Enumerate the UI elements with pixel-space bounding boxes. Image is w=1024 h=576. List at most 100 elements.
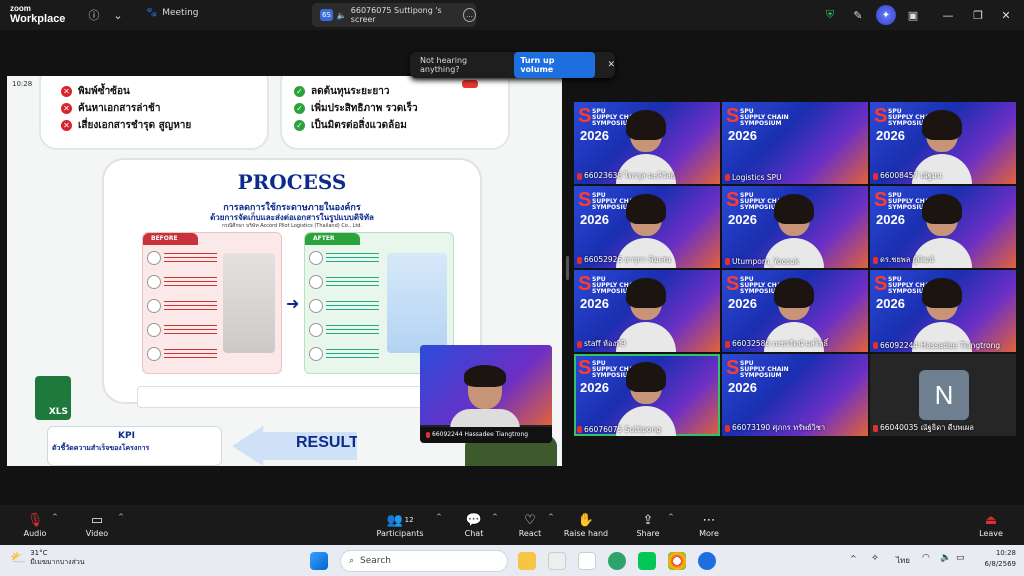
- self-view-label: 66092244 Hassadee Tiangtrong: [426, 431, 528, 438]
- participant-tile[interactable]: S SPU SUPPLY CHAIN SYMPOSIUM 2026 66032586 เพ…: [722, 270, 868, 352]
- zoom-icon[interactable]: [698, 552, 716, 570]
- cloud-icon: [309, 275, 323, 289]
- brand-year: 2026: [580, 296, 609, 311]
- paw-icon: 🐾: [146, 8, 158, 18]
- brand-year: 2026: [580, 212, 609, 227]
- start-icon[interactable]: [310, 552, 328, 570]
- participant-tile[interactable]: S SPU SUPPLY CHAIN SYMPOSIUM 2026 66076075 Su…: [574, 354, 720, 436]
- shield-icon[interactable]: ⛨: [822, 7, 838, 23]
- weather-desc: มีเมฆมากบางส่วน: [30, 558, 85, 566]
- benefit-item: ✓ เป็นมิตรต่อสิ่งแวดล้อม: [294, 118, 496, 133]
- mic-muted-icon: [577, 426, 582, 433]
- tray-caret-icon[interactable]: ^: [850, 554, 857, 563]
- participant-tile[interactable]: S SPU SUPPLY CHAIN SYMPOSIUM 2026 66023638 ไต…: [574, 102, 720, 184]
- mic-muted-icon: [725, 174, 730, 181]
- participant-tile[interactable]: S SPU SUPPLY CHAIN SYMPOSIUM 2026 66008457 ณั…: [870, 102, 1016, 184]
- volume-icon[interactable]: 🔈: [940, 553, 951, 563]
- tools-icon[interactable]: ✎: [850, 7, 866, 23]
- info-icon[interactable]: ⓘ: [86, 7, 102, 23]
- minimize-icon[interactable]: —: [940, 7, 956, 23]
- battery-icon[interactable]: ▭: [956, 553, 965, 563]
- participant-name-label: 66008457 ณัฐมน: [873, 170, 942, 182]
- results-strip: [137, 386, 442, 408]
- more-options-icon[interactable]: …: [463, 8, 476, 22]
- leave-label: Leave: [979, 529, 1003, 538]
- participant-name-label: 66076075 Suttipong: [577, 425, 661, 434]
- before-row: [147, 271, 217, 293]
- participant-tile[interactable]: S SPU SUPPLY CHAIN SYMPOSIUM 2026 Logistics S…: [722, 102, 868, 184]
- participant-name: staff ห้องที่9: [584, 339, 626, 348]
- chat-options-caret[interactable]: ^: [492, 513, 498, 521]
- more-button[interactable]: ⋯ More: [684, 511, 734, 539]
- video-button[interactable]: ▭ Video: [72, 511, 122, 539]
- audio-options-caret[interactable]: ^: [52, 513, 58, 521]
- before-row: [147, 319, 217, 341]
- brand-year: 2026: [580, 128, 609, 143]
- chrome-icon[interactable]: [668, 552, 686, 570]
- turn-up-volume-button[interactable]: Turn up volume: [514, 52, 596, 78]
- raise-hand-label: Raise hand: [563, 529, 609, 538]
- participant-tile[interactable]: S SPU SUPPLY CHAIN SYMPOSIUM 2026 Utumporn_Yo…: [722, 186, 868, 268]
- close-icon[interactable]: ✕: [607, 60, 615, 70]
- participant-tile[interactable]: S SPU SUPPLY CHAIN SYMPOSIUM 2026 66052926 ธา…: [574, 186, 720, 268]
- split-resize-handle[interactable]: [566, 256, 569, 280]
- participants-button[interactable]: 👥 12 Participants: [374, 511, 426, 539]
- share-screen-icon: ⇪: [642, 512, 654, 528]
- restore-icon[interactable]: ❐: [970, 7, 986, 23]
- share-button[interactable]: ⇪ Share: [623, 511, 673, 539]
- weather-widget[interactable]: ⛅ 31°C มีเมฆมากบางส่วน: [10, 549, 85, 568]
- ai-companion-icon[interactable]: ✦: [876, 5, 896, 25]
- photos-icon[interactable]: [578, 552, 596, 570]
- mic-muted-icon: [873, 342, 878, 349]
- participant-name-label: Logistics SPU: [725, 173, 782, 182]
- participant-name-label: 66052926 ธารุกา พิมเสน: [577, 254, 671, 266]
- layout-icon[interactable]: ▣: [905, 7, 921, 23]
- search-box[interactable]: ⌕ Search: [340, 550, 508, 572]
- excel-label: XLS: [48, 407, 68, 417]
- share-options-caret[interactable]: ^: [668, 513, 674, 521]
- participant-tile[interactable]: N 66040035 ณัฐธิดา ดีบพเผล: [870, 354, 1016, 436]
- participant-tile[interactable]: S SPU SUPPLY CHAIN SYMPOSIUM 2026 staff ห้องท…: [574, 270, 720, 352]
- brand-year: 2026: [728, 380, 757, 395]
- check-icon: ✓: [294, 120, 305, 131]
- participant-tile[interactable]: S SPU SUPPLY CHAIN SYMPOSIUM 2026 ดร.ชยพล ผู้…: [870, 186, 1016, 268]
- benefit-text: เป็นมิตรต่อสิ่งแวดล้อม: [311, 120, 407, 131]
- meeting-tab[interactable]: 🐾 Meeting: [146, 8, 199, 18]
- share-tab[interactable]: 6S 🔈 66076075 Suttipong 's screer …: [312, 3, 476, 27]
- result-arrow: RESULT: [232, 426, 357, 466]
- cross-icon: ✕: [61, 120, 72, 131]
- app-icon[interactable]: [548, 552, 566, 570]
- participant-name: 66008457 ณัฐมน: [880, 171, 942, 180]
- chevron-down-icon[interactable]: ⌄: [110, 7, 126, 23]
- result-label: RESULT: [296, 434, 359, 451]
- raise-hand-button[interactable]: ✋ Raise hand: [561, 511, 611, 539]
- file-explorer-icon[interactable]: [518, 552, 536, 570]
- video-label: Video: [85, 529, 109, 538]
- participant-name-label: 66032586 เพชรรัตน์ ผลโพธิ์: [725, 338, 828, 350]
- search-label: Search: [360, 556, 391, 566]
- cross-icon: ✕: [61, 103, 72, 114]
- clock-icon: [147, 299, 161, 313]
- wifi-icon[interactable]: ◠: [922, 553, 930, 563]
- language-indicator[interactable]: ไทย: [896, 554, 910, 567]
- participant-tile[interactable]: S SPU SUPPLY CHAIN SYMPOSIUM 2026 66092244 Ha…: [870, 270, 1016, 352]
- react-options-caret[interactable]: ^: [548, 513, 554, 521]
- self-view-name: 66092244 Hassadee Tiangtrong: [432, 431, 529, 438]
- video-options-caret[interactable]: ^: [118, 513, 124, 521]
- brand-year: 2026: [728, 212, 757, 227]
- edge-icon[interactable]: [608, 552, 626, 570]
- participants-options-caret[interactable]: ^: [436, 513, 442, 521]
- before-row: [147, 247, 217, 269]
- self-view-video[interactable]: 66092244 Hassadee Tiangtrong: [420, 345, 552, 443]
- tray-app-icon[interactable]: ⟡: [872, 553, 878, 563]
- brand-year: 2026: [876, 296, 905, 311]
- participant-name: 66052926 ธารุกา พิมเสน: [584, 255, 671, 264]
- participant-name-label: 66073190 ศุภกร ทรัพย์วิชา: [725, 422, 825, 434]
- participant-tile[interactable]: S SPU SUPPLY CHAIN SYMPOSIUM 2026 66073190 ศุ…: [722, 354, 868, 436]
- clock[interactable]: 10:28 6/8/2569: [985, 548, 1016, 570]
- title-bar: zoom Workplace ⓘ ⌄ 🐾 Meeting 6S 🔈 660760…: [0, 0, 1024, 30]
- line-icon[interactable]: [638, 552, 656, 570]
- mic-muted-icon: [577, 172, 582, 180]
- leave-button[interactable]: ⏏ Leave: [966, 511, 1016, 539]
- close-icon[interactable]: ✕: [998, 7, 1014, 23]
